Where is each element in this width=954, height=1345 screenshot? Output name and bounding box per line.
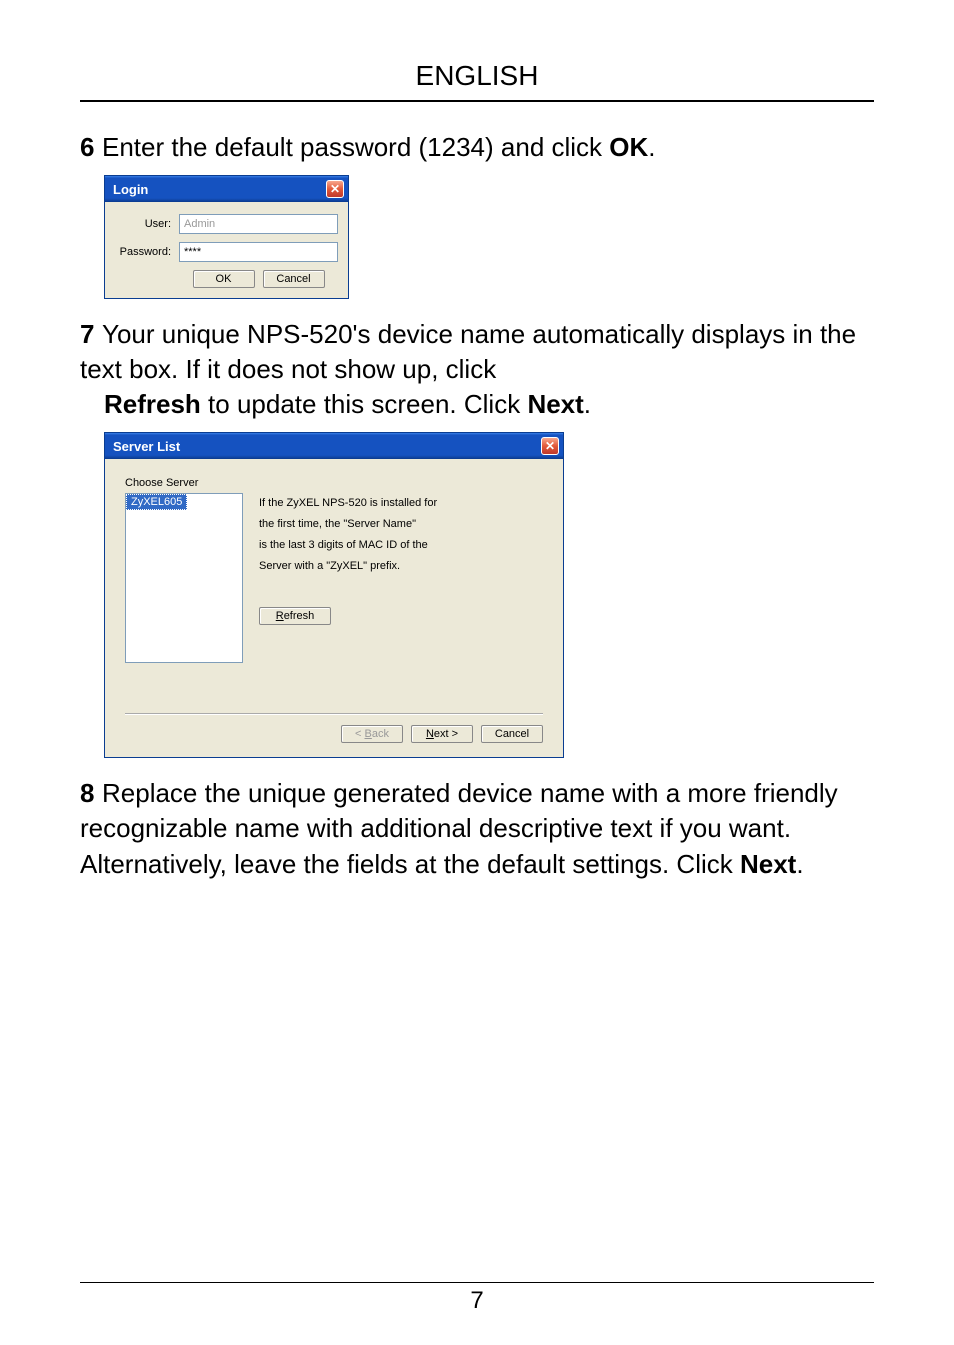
step-8: 8Replace the unique generated device nam… [80, 776, 874, 881]
step-num: 8 [80, 776, 102, 811]
login-dialog: Login ✕ User: Password: OK Cancel [104, 175, 349, 299]
desc-line1: If the ZyXEL NPS-520 is installed for [259, 493, 543, 514]
step-num: 7 [80, 317, 102, 352]
serverlist-body: Choose Server ZyXEL605 If the ZyXEL NPS-… [105, 459, 563, 715]
step-6-text-b: . [648, 132, 655, 162]
desc-line2: the first time, the "Server Name" [259, 514, 543, 535]
user-label: User: [115, 218, 179, 230]
close-icon[interactable]: ✕ [326, 180, 344, 198]
cancel-button[interactable]: Cancel [263, 270, 325, 288]
server-listbox[interactable]: ZyXEL605 [125, 493, 243, 663]
step-7: 7Your unique NPS-520's device name autom… [80, 317, 874, 758]
user-input[interactable] [179, 214, 338, 234]
desc-line3: is the last 3 digits of MAC ID of the [259, 535, 543, 556]
serverlist-titlebar: Server List ✕ [105, 433, 563, 459]
serverlist-content: ZyXEL605 If the ZyXEL NPS-520 is install… [125, 493, 543, 663]
step-7-text-b: to update this screen. Click [201, 389, 528, 419]
page-number: 7 [0, 1287, 954, 1315]
login-titlebar: Login ✕ [105, 176, 348, 202]
serverlist-desc: If the ZyXEL NPS-520 is installed for th… [259, 493, 543, 577]
serverlist-footer: < Back Next > Cancel [105, 715, 563, 757]
login-user-row: User: [115, 214, 338, 234]
ok-button[interactable]: OK [193, 270, 255, 288]
next-mnemonic: N [426, 728, 434, 740]
step-8-next: Next [740, 849, 796, 879]
step-6-text: 6Enter the default password (1234) and c… [80, 130, 874, 165]
serverlist-right: If the ZyXEL NPS-520 is installed for th… [259, 493, 543, 625]
step-6-text-a: Enter the default password (1234) and cl… [102, 132, 609, 162]
back-button: < Back [341, 725, 403, 743]
back-rest: ack [372, 728, 389, 740]
header-rule [80, 100, 874, 102]
login-buttons: OK Cancel [179, 270, 338, 288]
refresh-rest: efresh [284, 610, 315, 622]
step-8-text-b: . [796, 849, 803, 879]
step-6-ok: OK [609, 132, 648, 162]
refresh-button[interactable]: Refresh [259, 607, 331, 625]
step-7-text-a: Your unique NPS-520's device name automa… [80, 319, 856, 384]
login-title: Login [113, 182, 148, 197]
password-label: Password: [115, 246, 179, 258]
refresh-mnemonic: R [276, 610, 284, 622]
step-7-refresh: Refresh [104, 389, 201, 419]
login-password-row: Password: [115, 242, 338, 262]
step-8-text: 8Replace the unique generated device nam… [80, 776, 874, 881]
next-rest: ext > [434, 728, 458, 740]
step-7-text-c: . [584, 389, 591, 419]
step-8-text-a: Replace the unique generated device name… [80, 778, 838, 878]
desc-line4: Server with a "ZyXEL" prefix. [259, 556, 543, 577]
close-icon[interactable]: ✕ [541, 437, 559, 455]
next-button[interactable]: Next > [411, 725, 473, 743]
step-7-next: Next [527, 389, 583, 419]
step-7-text: 7Your unique NPS-520's device name autom… [80, 317, 874, 422]
footer-rule [80, 1282, 874, 1283]
back-mnemonic: B [365, 728, 372, 740]
login-body: User: Password: OK Cancel [105, 202, 348, 298]
serverlist-title: Server List [113, 439, 180, 454]
step-6: 6Enter the default password (1234) and c… [80, 130, 874, 299]
serverlist-dialog: Server List ✕ Choose Server ZyXEL605 If … [104, 432, 564, 758]
step-num: 6 [80, 130, 102, 165]
back-lt: < [355, 728, 364, 740]
page-header: ENGLISH [80, 60, 874, 100]
cancel-button[interactable]: Cancel [481, 725, 543, 743]
server-item[interactable]: ZyXEL605 [126, 494, 187, 510]
choose-server-label: Choose Server [125, 477, 543, 489]
password-input[interactable] [179, 242, 338, 262]
